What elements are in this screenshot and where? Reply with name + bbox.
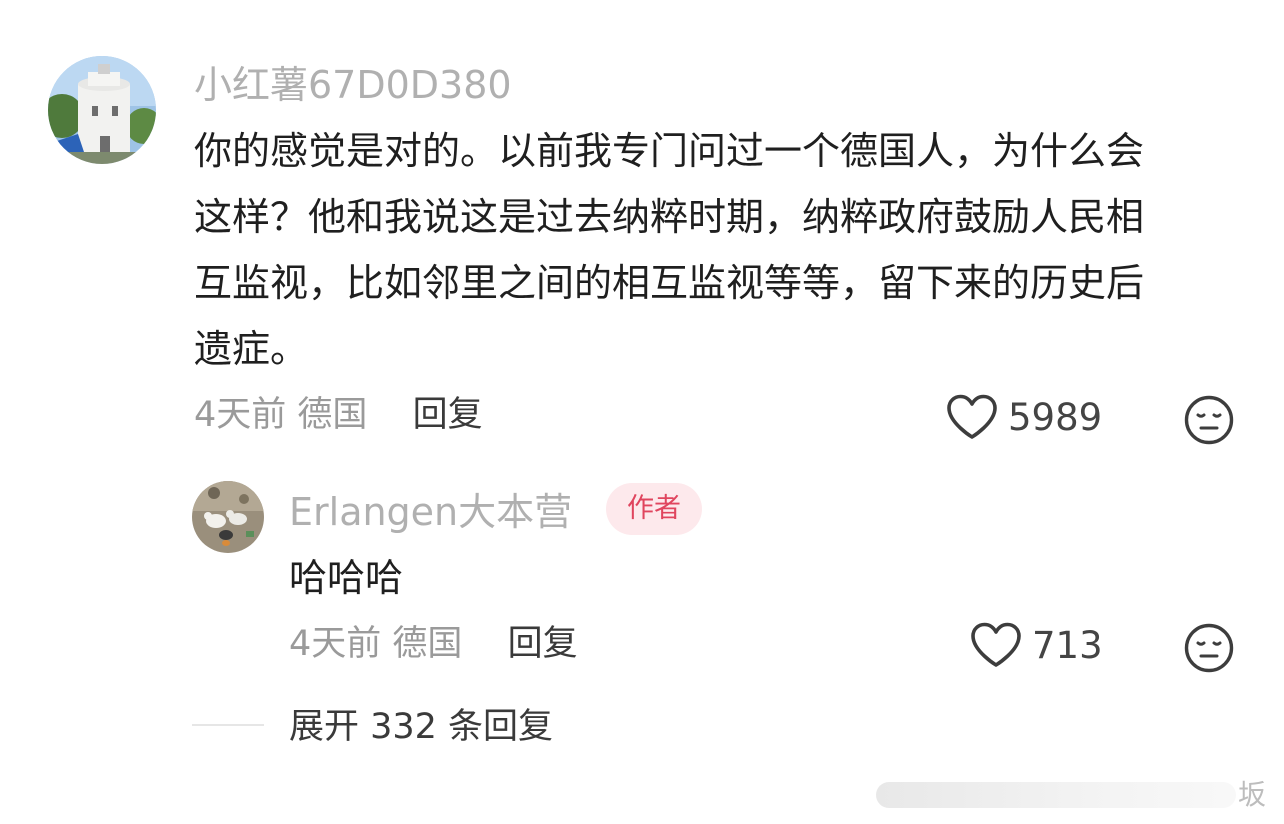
author-username[interactable]: Erlangen大本营 — [289, 493, 572, 531]
like-count: 713 — [1032, 623, 1103, 667]
watermark: 坂 — [876, 778, 1266, 812]
watermark-text: 坂 — [1237, 778, 1266, 811]
reply-time: 4天前 — [289, 624, 382, 664]
heart-outline-icon — [947, 394, 997, 439]
avatar-image — [48, 56, 156, 164]
comment-location: 德国 — [297, 395, 368, 435]
comment-thread: 小红薯67D0D380 你的感觉是对的。以前我专门问过一个德国人，为什么会 这样… — [0, 0, 1284, 824]
watermark-bar — [876, 782, 1236, 808]
expand-replies-button[interactable]: 展开 332 条回复 — [289, 706, 553, 748]
username[interactable]: 小红薯67D0D380 — [194, 66, 512, 104]
comment-line: 互监视，比如邻里之间的相互监视等等，留下来的历史后 — [194, 261, 1145, 305]
comment-text: 你的感觉是对的。以前我专门问过一个德国人，为什么会 这样？他和我说这是过去纳粹时… — [194, 118, 1244, 382]
comment-line: 这样？他和我说这是过去纳粹时期，纳粹政府鼓励人民相 — [194, 195, 1145, 239]
neutral-face-icon — [1184, 395, 1234, 445]
avatar-image — [192, 481, 264, 553]
reply-dislike-button[interactable] — [1184, 623, 1234, 673]
comment-meta: 4天前 德国 回复 — [194, 398, 483, 433]
comment-line: 你的感觉是对的。以前我专门问过一个德国人，为什么会 — [194, 129, 1145, 173]
like-count: 5989 — [1008, 395, 1103, 439]
expand-divider — [192, 724, 264, 726]
reply-button[interactable]: 回复 — [413, 395, 483, 435]
dislike-button[interactable] — [1184, 395, 1234, 445]
reply-like-button[interactable]: 713 — [970, 622, 1103, 668]
user-avatar[interactable] — [48, 56, 156, 164]
reply-text: 哈哈哈 — [289, 556, 404, 600]
neutral-face-icon — [1184, 623, 1234, 673]
author-avatar[interactable] — [192, 481, 264, 553]
reply-location: 德国 — [392, 624, 463, 664]
reply-meta: 4天前 德国 回复 — [289, 627, 578, 662]
author-badge: 作者 — [606, 483, 702, 535]
comment-time: 4天前 — [194, 395, 287, 435]
like-button[interactable]: 5989 — [946, 394, 1102, 440]
reply-button[interactable]: 回复 — [508, 624, 578, 664]
heart-outline-icon — [971, 622, 1021, 667]
comment-line: 遗症。 — [194, 327, 309, 371]
